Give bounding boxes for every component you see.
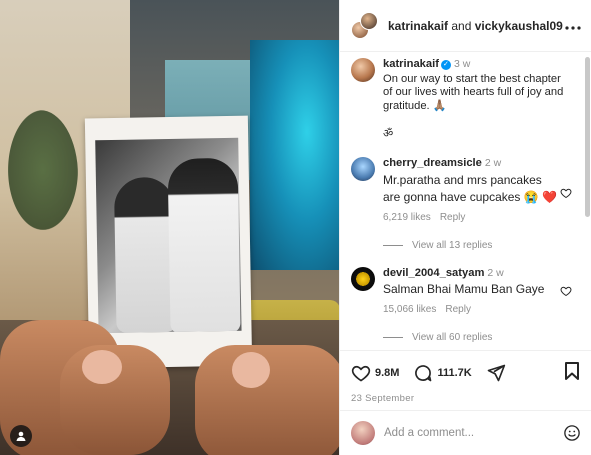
comment-text: Mr.paratha and mrs pancakes are gonna ha… (383, 172, 557, 204)
tagged-people-button[interactable] (10, 425, 32, 447)
like-button[interactable]: 9.8M (351, 363, 399, 383)
thumbnail-left (82, 350, 122, 384)
photo-background-window (250, 40, 339, 270)
scrollbar-thumb[interactable] (585, 57, 590, 217)
view-replies-button[interactable]: View all 60 replies (383, 332, 572, 343)
comment-likes[interactable]: 15,066 likes (383, 304, 436, 315)
post-header: katrinakaif and vickykaushal09 (340, 0, 591, 52)
view-replies-button[interactable]: View all 13 replies (383, 240, 572, 251)
comment-input[interactable] (384, 427, 554, 439)
comment-button[interactable]: 111.7K (413, 363, 472, 383)
comment-reply-button[interactable]: Reply (440, 212, 466, 223)
comment-time[interactable]: 2 w (487, 267, 503, 279)
caption-avatar[interactable] (351, 58, 375, 82)
add-comment-bar (340, 410, 591, 455)
caption-extra: ॐ (383, 127, 394, 140)
polaroid-figure-man (167, 157, 241, 334)
caption-username[interactable]: katrinakaif (383, 58, 439, 70)
author-link-2[interactable]: vickykaushal09 (475, 19, 563, 33)
comment-bubble-icon (415, 365, 432, 382)
view-replies-label: View all 60 replies (412, 332, 493, 344)
thumbnail-right (232, 352, 270, 388)
comment-meta: 6,219 likes Reply (383, 212, 572, 224)
like-comment-heart-icon[interactable] (560, 285, 572, 297)
comment-reply-button[interactable]: Reply (445, 304, 471, 315)
avatar-vickykaushal09 (360, 11, 378, 30)
comment-username[interactable]: devil_2004_satyam (383, 267, 484, 279)
emoji-icon[interactable] (563, 424, 581, 442)
comment-meta: 15,066 likes Reply (383, 304, 572, 316)
post-side-panel: katrinakaif and vickykaushal09 katrinaka… (339, 0, 591, 455)
view-replies-label: View all 13 replies (412, 239, 493, 251)
polaroid-figure-woman (113, 176, 177, 333)
bookmark-icon (565, 361, 579, 380)
replies-divider (383, 244, 403, 246)
authors-joiner: and (448, 18, 475, 33)
likes-count[interactable]: 9.8M (375, 367, 399, 379)
save-button[interactable] (563, 361, 581, 386)
post-caption: katrinakaif ✓ 3 w On our way to start the … (351, 58, 572, 141)
comment-item: devil_2004_satyam 2 w Salman Bhai Mamu Ba… (351, 266, 572, 317)
post-photo[interactable] (0, 0, 339, 455)
heart-icon (351, 365, 371, 382)
paper-plane-icon (487, 364, 505, 382)
author-link-1[interactable]: katrinakaif (388, 19, 448, 33)
collab-avatar[interactable] (351, 11, 379, 40)
replies-divider (383, 337, 403, 339)
current-user-avatar (351, 421, 375, 445)
comment-item: cherry_dreamsicle 2 w Mr.paratha and mrs … (351, 157, 572, 223)
share-button[interactable] (486, 363, 506, 383)
polaroid-print (84, 115, 253, 369)
comments-count: 111.7K (437, 367, 472, 379)
comments-scrollbar[interactable] (583, 53, 591, 350)
polaroid-photo (95, 137, 242, 334)
comment-username[interactable]: cherry_dreamsicle (383, 157, 482, 169)
more-options-button[interactable] (565, 17, 581, 35)
user-icon (16, 431, 26, 441)
comment-likes[interactable]: 6,219 likes (383, 212, 431, 223)
comment-text: Salman Bhai Mamu Ban Gaye (383, 282, 545, 297)
comment-time[interactable]: 2 w (485, 157, 501, 169)
caption-time[interactable]: 3 w (454, 58, 470, 70)
more-horizontal-icon (565, 25, 581, 30)
post-authors: katrinakaif and vickykaushal09 (388, 19, 563, 33)
comment-avatar[interactable] (351, 157, 375, 182)
caption-text: On our way to start the best chapter of … (383, 72, 564, 112)
verified-badge-icon: ✓ (440, 60, 451, 70)
comments-list[interactable]: katrinakaif ✓ 3 w On our way to start the … (340, 53, 582, 350)
like-comment-heart-icon[interactable] (560, 187, 572, 199)
post-date[interactable]: 23 September (351, 393, 581, 404)
comment-avatar[interactable] (351, 266, 375, 291)
